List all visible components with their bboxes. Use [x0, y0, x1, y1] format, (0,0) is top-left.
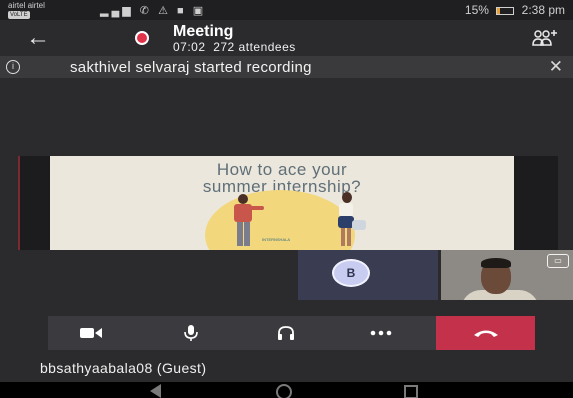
woman-leg-right: [347, 228, 351, 246]
meeting-header: ← Meeting 07:02 272 attendees: [0, 20, 573, 56]
microphone-icon: [183, 325, 198, 341]
participant-tile-initial[interactable]: B: [298, 250, 438, 300]
participant-video-tile[interactable]: ▭: [441, 250, 573, 300]
message-icon: ▣: [192, 5, 207, 17]
video-toggle-button[interactable]: [48, 316, 133, 350]
participant-avatar: B: [332, 259, 370, 287]
warning-icon: ⚠: [158, 5, 171, 17]
slide-logo-text: INTERNSHALA: [262, 237, 291, 242]
signal-icon: ▂▄▆: [100, 5, 134, 17]
add-people-icon[interactable]: [531, 28, 559, 50]
close-icon[interactable]: ✕: [549, 57, 563, 77]
clock: 2:38 pm: [521, 3, 565, 17]
microphone-toggle-button[interactable]: [148, 316, 233, 350]
shared-slide-frame: How to ace your summer internship? INTER…: [18, 156, 558, 250]
carrier-name: airtel airtel: [8, 1, 45, 10]
call-control-bar: [48, 316, 535, 350]
meeting-subtitle: 07:02 272 attendees: [173, 40, 296, 54]
battery-fill: [497, 7, 500, 14]
meeting-title: Meeting: [173, 23, 234, 40]
active-speaker-name: bbsathyaabala08 (Guest): [40, 360, 207, 376]
man-leg-right: [244, 222, 250, 246]
meeting-duration: 07:02: [173, 40, 206, 54]
woman-leg-left: [341, 228, 345, 246]
shared-slide: How to ace your summer internship? INTER…: [50, 156, 514, 250]
hang-up-button[interactable]: [436, 316, 535, 350]
battery-icon: [496, 6, 515, 15]
more-options-button[interactable]: [338, 316, 423, 350]
info-icon: i: [6, 60, 20, 74]
participant-tiles: B ▭: [0, 250, 573, 300]
woman-blouse: [339, 203, 353, 217]
recording-dot-icon: [135, 31, 149, 45]
nav-home-icon[interactable]: [276, 384, 292, 398]
battery-percent: 15%: [464, 3, 489, 17]
nav-recent-apps-icon[interactable]: [404, 385, 418, 398]
carrier-info: airtel airtel VoLTE: [8, 2, 45, 19]
slide-woman-illustration: [328, 192, 368, 250]
call-icon: ✆: [139, 5, 152, 17]
more-dots-icon: [370, 330, 391, 336]
man-leg-left: [237, 222, 243, 246]
speaker-toggle-button[interactable]: [243, 316, 328, 350]
man-arm: [248, 206, 264, 210]
status-icons: ▂▄▆ ✆ ⚠ ■ ▣: [100, 4, 206, 17]
volte-badge: VoLTE: [8, 11, 30, 19]
headset-icon: [277, 326, 294, 340]
camera-icon: [79, 328, 102, 338]
woman-laptop: [352, 220, 366, 230]
recording-banner-text: sakthivel selvaraj started recording: [70, 59, 312, 76]
man-head: [238, 194, 248, 204]
android-nav-bar: [0, 382, 573, 398]
woman-head: [342, 192, 352, 203]
arrow-left-icon[interactable]: ←: [26, 26, 50, 50]
nav-back-icon[interactable]: [150, 384, 161, 398]
hang-up-icon: [473, 330, 498, 337]
participant-hair: [481, 258, 511, 268]
attendee-count: 272 attendees: [213, 40, 296, 54]
recording-banner: i sakthivel selvaraj started recording ✕: [0, 56, 573, 78]
status-right: 15% 2:38 pm: [465, 3, 565, 17]
status-bar: airtel airtel VoLTE ▂▄▆ ✆ ⚠ ■ ▣ 15% 2:38…: [0, 0, 573, 20]
notification-icon: ■: [177, 5, 187, 17]
video-overlay-icon: ▭: [547, 254, 569, 268]
